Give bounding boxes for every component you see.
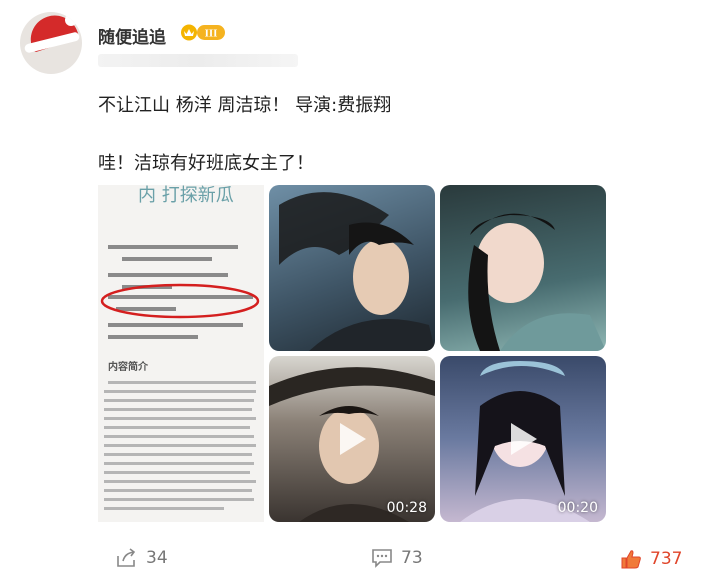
photo-male-actor[interactable] [269, 185, 435, 351]
doc-title-fragment: 内 打探新瓜 [138, 185, 234, 206]
vip-level-text: III [205, 28, 218, 40]
play-icon[interactable] [509, 421, 539, 457]
share-count: 34 [146, 548, 168, 568]
vip-level-badge[interactable]: III [180, 23, 226, 42]
video-duration: 00:28 [386, 500, 427, 516]
share-icon [117, 548, 136, 567]
thumbs-up-icon [621, 550, 641, 569]
doc-heading: 内容简介 [108, 360, 149, 373]
comment-button[interactable]: 73 [371, 548, 423, 568]
post-text-line-2: 哇！洁琼有好班底女主了！ [98, 153, 314, 174]
play-icon[interactable] [338, 421, 368, 457]
avatar[interactable] [20, 12, 82, 74]
comment-count: 73 [401, 548, 423, 568]
document-image[interactable]: 内 打探新瓜 内容简介 [98, 185, 264, 522]
post-text-line-1: 不让江山 杨洋 周洁琼！ 导演:费振翔 [98, 95, 392, 116]
like-count: 737 [650, 549, 683, 569]
video-duration: 00:20 [557, 500, 598, 516]
video-female-actor[interactable]: 00:20 [440, 356, 606, 522]
like-button[interactable]: 737 [620, 548, 682, 570]
username[interactable]: 随便追追 [98, 23, 166, 48]
santa-hat-pom [65, 14, 77, 26]
video-male-actor[interactable]: 00:28 [269, 356, 435, 522]
share-button[interactable]: 34 [116, 548, 168, 568]
photo-female-actor[interactable] [440, 185, 606, 351]
comment-icon [372, 549, 392, 568]
post-meta-blurred [98, 54, 298, 67]
